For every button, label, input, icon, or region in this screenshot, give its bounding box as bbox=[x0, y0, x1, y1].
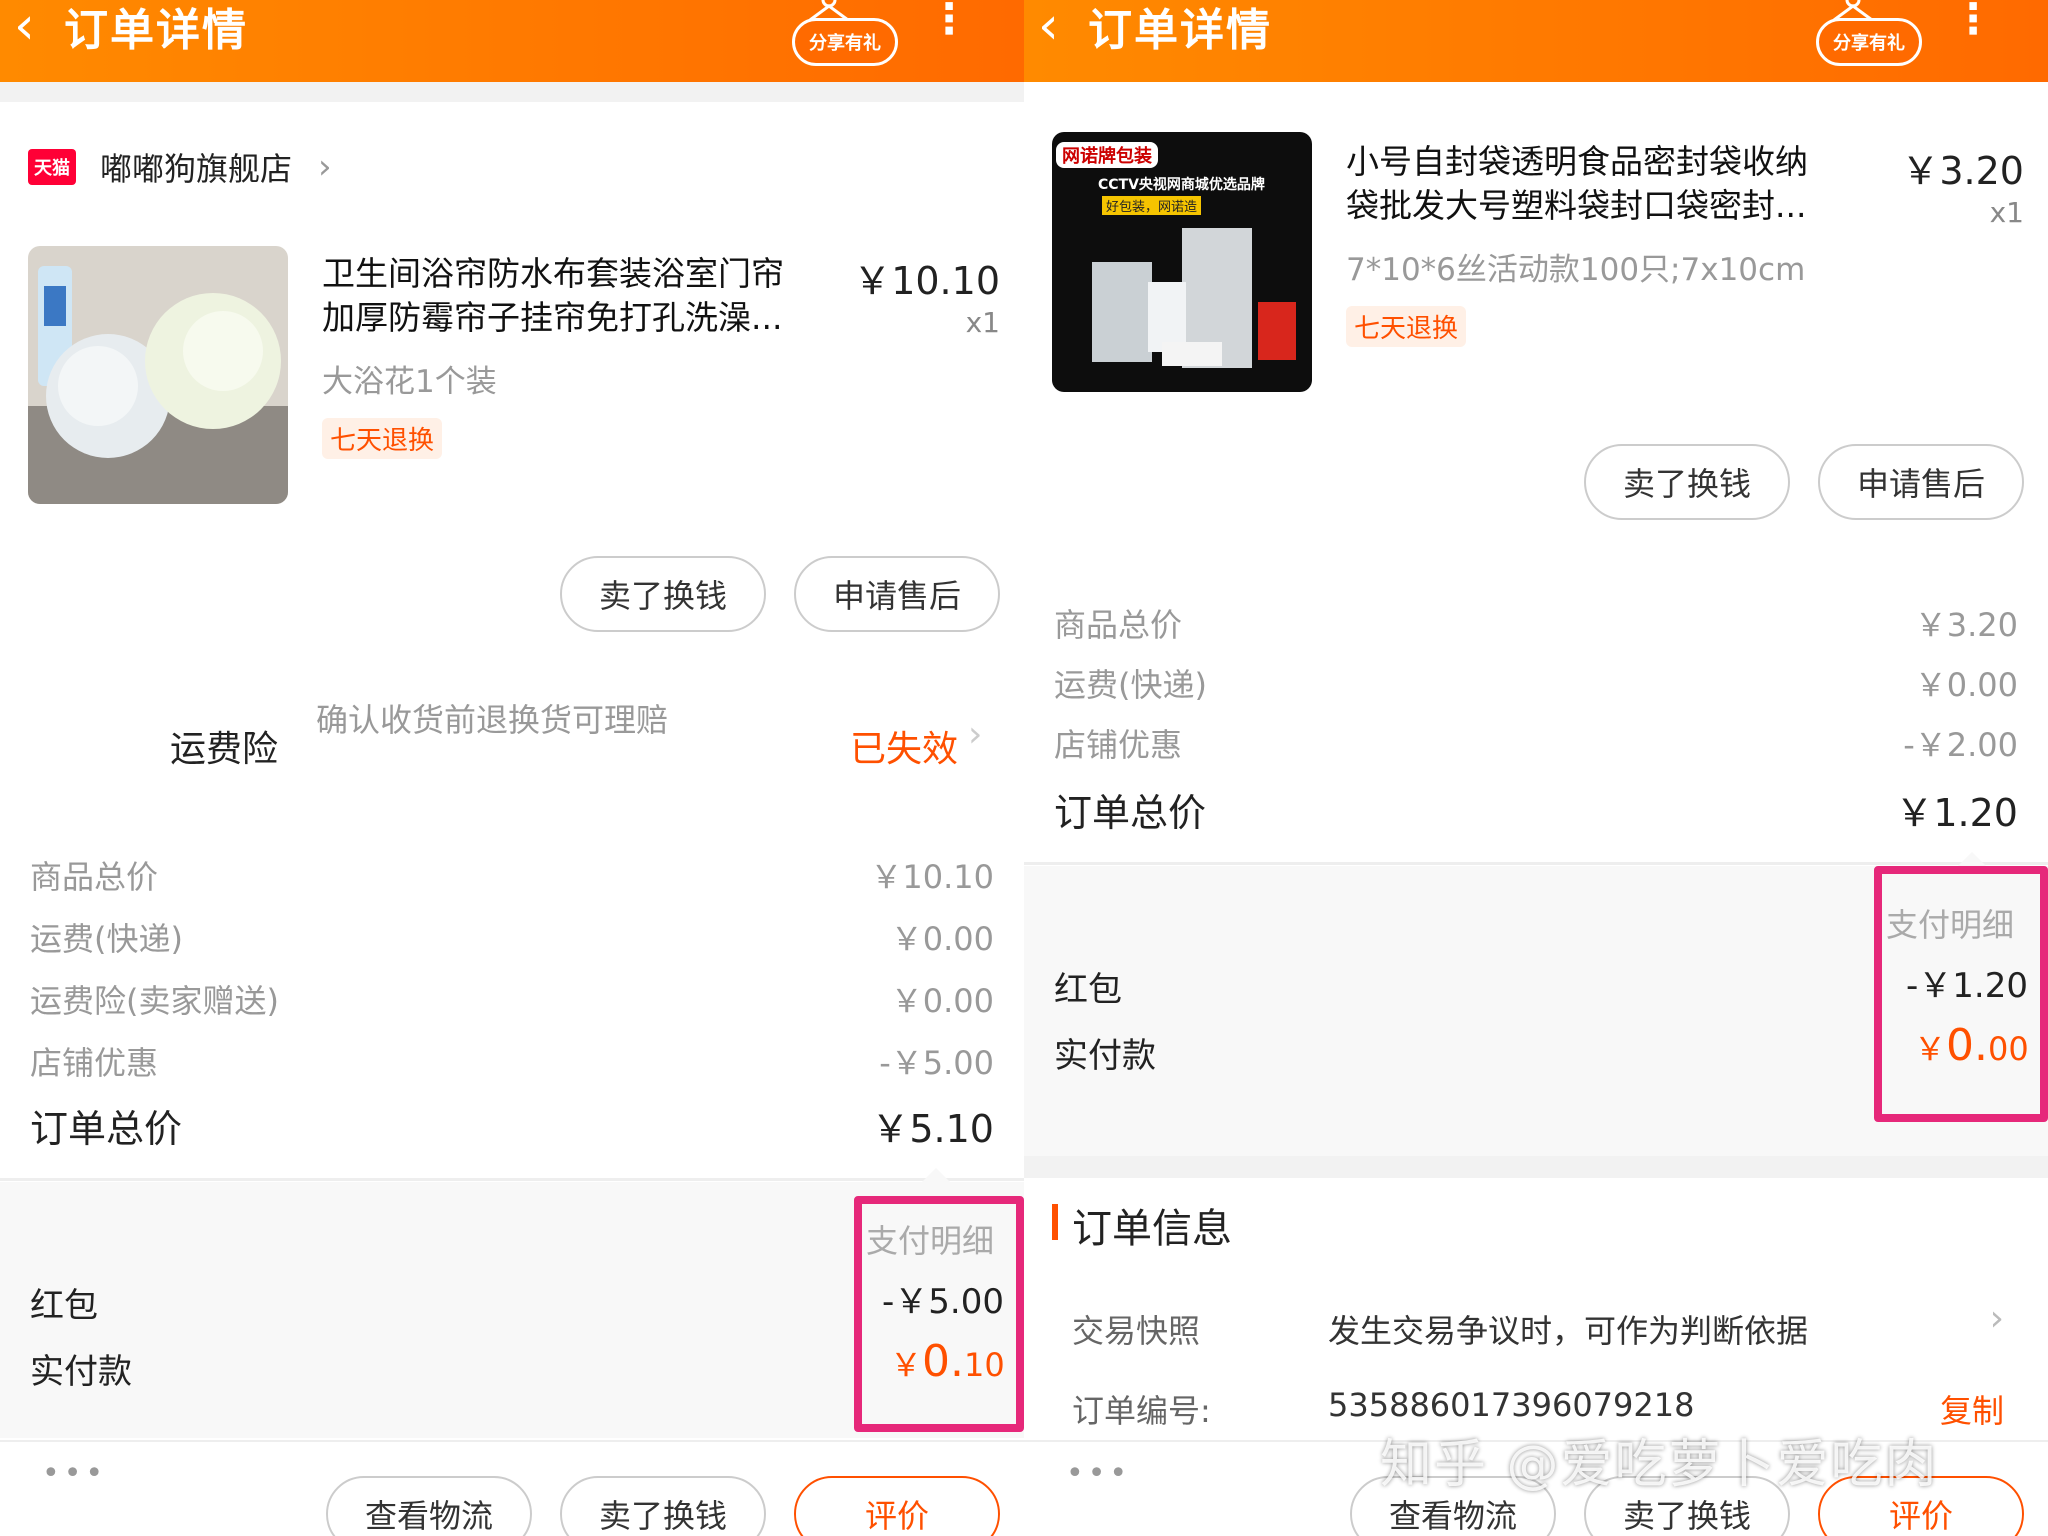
paid-label: 实付款 bbox=[1054, 1036, 1156, 1076]
copy-button[interactable]: 复制 bbox=[1940, 1386, 2004, 1432]
highlight-box bbox=[854, 1196, 1024, 1432]
left-order-screen: ‹ 订单详情 分享有礼 ⋮ 天猫 嘟嘟狗旗舰店 › 卫生间浴帘防水布套装浴室门帘… bbox=[0, 0, 1024, 1536]
after-sale-button[interactable]: 申请售后 bbox=[794, 556, 1000, 632]
page-title: 订单详情 bbox=[1088, 5, 1272, 56]
product-qty: x1 bbox=[965, 306, 1000, 339]
sell-button[interactable]: 卖了换钱 bbox=[560, 1476, 766, 1536]
red-packet-label: 红包 bbox=[1054, 970, 1122, 1010]
share-gift-button[interactable]: 分享有礼 bbox=[1816, 18, 1922, 66]
order-total-row: 订单总价 ￥1.20 bbox=[1054, 791, 2018, 835]
sell-button[interactable]: 卖了换钱 bbox=[1584, 444, 1790, 520]
store-row[interactable]: 天猫 嘟嘟狗旗舰店 › bbox=[28, 144, 332, 190]
shipping-insurance-row[interactable]: 运费险 确认收货前退换货可理赔 已失效 › bbox=[0, 690, 1024, 810]
product-qty: x1 bbox=[1989, 196, 2024, 229]
more-icon[interactable]: ⋮ bbox=[928, 0, 970, 40]
page-title: 订单详情 bbox=[64, 5, 248, 56]
chevron-right-icon: › bbox=[318, 147, 332, 187]
product-title[interactable]: 小号自封袋透明食品密封袋收纳 袋批发大号塑料袋封口袋密封... bbox=[1346, 140, 1886, 228]
snapshot-label: 交易快照 bbox=[1072, 1312, 1201, 1350]
watermark: 知乎 @爱吃萝卜爱吃肉 bbox=[1380, 1435, 1939, 1495]
product-sku: 大浴花1个装 bbox=[322, 364, 497, 400]
order-total-row: 订单总价 ￥5.10 bbox=[30, 1107, 994, 1151]
product-title[interactable]: 卫生间浴帘防水布套装浴室门帘 加厚防霉帘子挂帘免打孔洗澡... bbox=[322, 252, 862, 340]
summary-row: 运费(快递) ￥0.00 bbox=[1054, 666, 2018, 704]
product-image[interactable] bbox=[28, 246, 288, 504]
red-packet-label: 红包 bbox=[30, 1286, 98, 1326]
more-dots-icon[interactable]: ••• bbox=[42, 1456, 107, 1491]
summary-row: 商品总价 ￥10.10 bbox=[30, 858, 994, 896]
top-bar: ‹ 订单详情 分享有礼 ⋮ bbox=[0, 0, 1024, 82]
summary-row: 店铺优惠 -￥2.00 bbox=[1054, 726, 2018, 764]
snapshot-value[interactable]: 发生交易争议时，可作为判断依据 bbox=[1328, 1306, 1808, 1352]
order-info-title: 订单信息 bbox=[1072, 1206, 1232, 1252]
divider bbox=[1024, 862, 2048, 865]
order-number-label: 订单编号: bbox=[1072, 1392, 1211, 1430]
review-button[interactable]: 评价 bbox=[794, 1476, 1000, 1536]
top-bar: ‹ 订单详情 分享有礼 ⋮ bbox=[1024, 0, 2048, 82]
section-gap bbox=[1024, 1156, 2048, 1178]
insurance-label: 运费险 bbox=[170, 729, 279, 770]
back-icon[interactable]: ‹ bbox=[14, 0, 35, 56]
more-dots-icon[interactable]: ••• bbox=[1066, 1456, 1131, 1491]
chevron-right-icon[interactable]: › bbox=[1990, 1298, 2004, 1339]
more-icon[interactable]: ⋮ bbox=[1952, 0, 1994, 40]
summary-row: 运费险(卖家赠送) ￥0.00 bbox=[30, 982, 994, 1020]
divider bbox=[0, 1178, 1024, 1181]
tmall-badge: 天猫 bbox=[28, 149, 76, 185]
summary-row: 运费(快递) ￥0.00 bbox=[30, 920, 994, 958]
chevron-right-icon: › bbox=[968, 714, 983, 755]
sell-button[interactable]: 卖了换钱 bbox=[560, 556, 766, 632]
product-sku: 7*10*6丝活动款100只;7x10cm bbox=[1346, 252, 1806, 288]
store-name: 嘟嘟狗旗舰店 bbox=[100, 150, 293, 188]
section-accent-bar bbox=[1052, 1204, 1058, 1240]
paid-label: 实付款 bbox=[30, 1352, 132, 1392]
after-sale-button[interactable]: 申请售后 bbox=[1818, 444, 2024, 520]
notch bbox=[1958, 852, 1986, 866]
back-icon[interactable]: ‹ bbox=[1038, 0, 1059, 56]
insurance-status: 已失效 bbox=[850, 729, 959, 770]
return-tag: 七天退换 bbox=[322, 418, 443, 459]
product-image[interactable]: 网诺牌包装 CCTV央视网商城优选品牌 好包装，网诺造 bbox=[1052, 132, 1312, 392]
summary-row: 店铺优惠 -￥5.00 bbox=[30, 1044, 994, 1082]
logistics-button[interactable]: 查看物流 bbox=[326, 1476, 532, 1536]
insurance-desc: 确认收货前退换货可理赔 bbox=[316, 701, 669, 739]
section-gap bbox=[0, 82, 1024, 102]
product-price: ￥10.10 bbox=[853, 259, 1000, 303]
order-number-value: 535886017396079218 bbox=[1328, 1386, 1695, 1424]
return-tag: 七天退换 bbox=[1346, 306, 1467, 347]
product-price: ￥3.20 bbox=[1901, 149, 2024, 193]
right-order-screen: ‹ 订单详情 分享有礼 ⋮ 网诺牌包装 CCTV央视网商城优选品牌 好包装，网诺… bbox=[1024, 0, 2048, 1536]
notch bbox=[922, 1168, 950, 1182]
share-gift-button[interactable]: 分享有礼 bbox=[792, 18, 898, 66]
summary-row: 商品总价 ￥3.20 bbox=[1054, 606, 2018, 644]
bottom-action-bar: ••• 查看物流 卖了换钱 评价 bbox=[0, 1440, 1024, 1536]
highlight-box bbox=[1874, 866, 2048, 1122]
